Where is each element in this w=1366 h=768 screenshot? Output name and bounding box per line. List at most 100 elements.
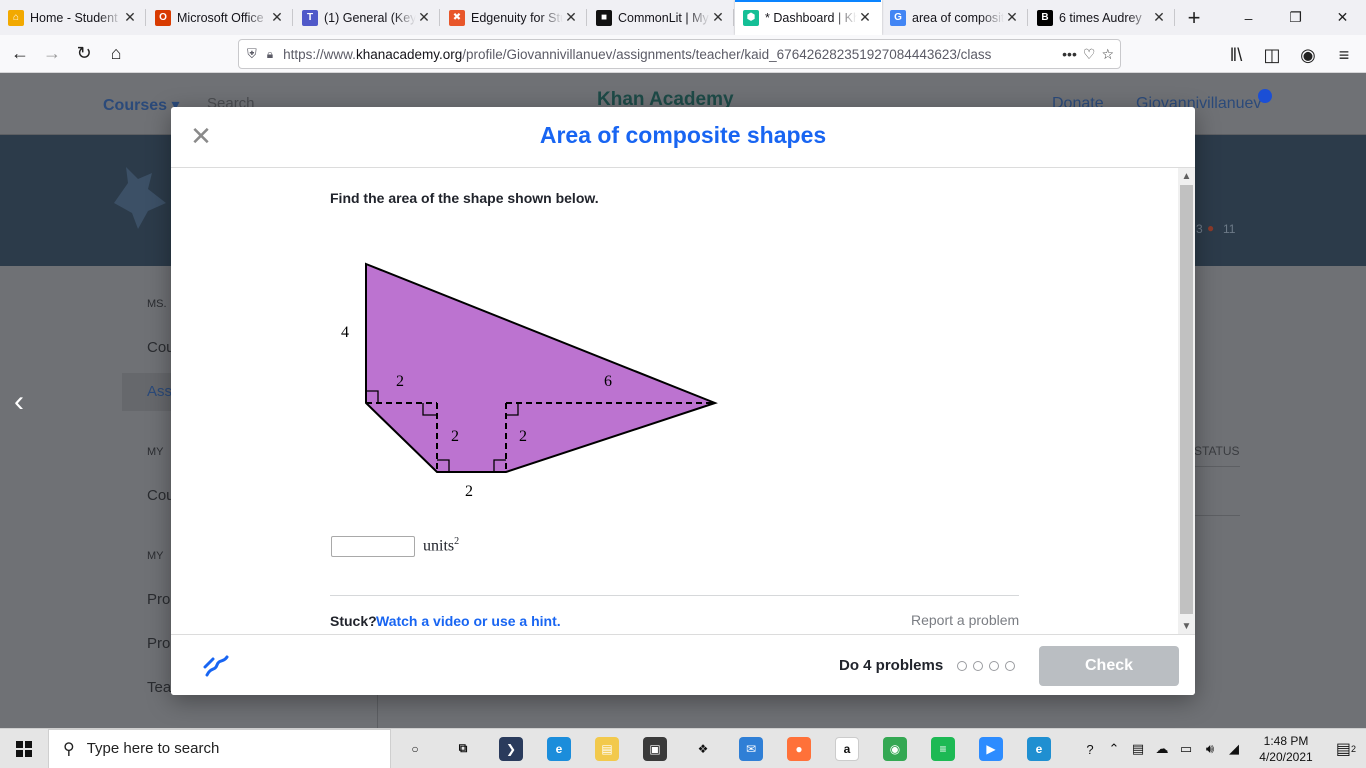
- energy-icon: ●: [1207, 221, 1215, 235]
- powershell-button[interactable]: ❯: [487, 729, 535, 768]
- lock-icon[interactable]: 🔒︎: [267, 47, 273, 62]
- page-actions-icon[interactable]: •••: [1062, 46, 1077, 63]
- scratchpad-icon[interactable]: [203, 653, 229, 679]
- label-left-height: 4: [341, 324, 349, 341]
- khan-academy-logo[interactable]: Khan Academy: [597, 89, 734, 107]
- tab-close-icon[interactable]: ✕: [710, 9, 726, 26]
- edge-beta-button[interactable]: e: [1015, 729, 1063, 768]
- tab-close-icon[interactable]: ✕: [416, 9, 432, 26]
- chrome-button[interactable]: ◉: [871, 729, 919, 768]
- label-right-top-segment: 6: [604, 373, 612, 390]
- taskbar-search-input[interactable]: ⚲ Type here to search: [48, 728, 391, 768]
- tab-separator: [145, 9, 146, 26]
- pocket-icon[interactable]: ♡: [1083, 46, 1096, 63]
- tab-close-icon[interactable]: ✕: [563, 9, 579, 26]
- bookmark-star-icon[interactable]: ☆: [1101, 46, 1114, 63]
- tab-close-icon[interactable]: ✕: [857, 9, 873, 26]
- reload-icon[interactable]: ↻: [68, 38, 100, 70]
- do-problems-label: Do 4 problems: [839, 657, 944, 674]
- divider: [330, 595, 1019, 596]
- url-text[interactable]: https://www.khanacademy.org/profile/Giov…: [283, 47, 1062, 62]
- browser-tab[interactable]: ⌂ Home - Student ✕: [0, 0, 147, 35]
- tab-close-icon[interactable]: ✕: [1151, 9, 1167, 26]
- browser-tab[interactable]: ■ CommonLit | My ✕: [588, 0, 735, 35]
- tab-separator: [586, 9, 587, 26]
- tab-close-icon[interactable]: ✕: [122, 9, 138, 26]
- address-bar[interactable]: ⛨ 🔒︎ https://www.khanacademy.org/profile…: [238, 39, 1121, 69]
- report-problem-link[interactable]: Report a problem: [911, 612, 1019, 628]
- volume-icon[interactable]: 🔊︎: [1198, 729, 1222, 768]
- commonlit-icon: ■: [596, 9, 612, 26]
- menu-icon[interactable]: ≡: [1328, 39, 1360, 71]
- mail-icon: ✉: [739, 736, 763, 761]
- browser-tab[interactable]: ⬢ * Dashboard | Khan✕: [735, 0, 882, 35]
- scroll-thumb[interactable]: [1180, 185, 1193, 614]
- network-icon[interactable]: ▭: [1174, 729, 1198, 768]
- onedrive-icon[interactable]: ☁: [1150, 729, 1174, 768]
- browser-tab[interactable]: ✖ Edgenuity for Students✕: [441, 0, 588, 35]
- browser-tab[interactable]: B 6 times Audrey ✕: [1029, 0, 1176, 35]
- start-button[interactable]: [0, 729, 48, 768]
- answer-input[interactable]: [331, 536, 415, 557]
- courses-menu[interactable]: Courses ▾: [103, 95, 180, 115]
- notification-center-icon[interactable]: ▤ 2: [1326, 739, 1366, 759]
- cortana-button[interactable]: ○: [391, 729, 439, 768]
- tab-separator: [733, 9, 734, 26]
- forward-arrow-icon[interactable]: →: [36, 38, 68, 70]
- file-explorer-button[interactable]: ▤: [583, 729, 631, 768]
- tab-close-icon[interactable]: ✕: [269, 9, 285, 26]
- restore-button[interactable]: ❐: [1272, 0, 1319, 35]
- new-tab-button[interactable]: +: [1176, 0, 1212, 35]
- check-button[interactable]: Check: [1039, 646, 1179, 686]
- wifi-icon[interactable]: ◢: [1222, 729, 1246, 768]
- help-icon[interactable]: ?: [1078, 729, 1102, 768]
- browser-tab[interactable]: Garea of composite ✕: [882, 0, 1029, 35]
- composite-shape: [365, 262, 718, 473]
- previous-chevron-icon[interactable]: ‹: [14, 385, 24, 419]
- tab-title: (1) General (Keystone): [324, 10, 416, 25]
- close-window-button[interactable]: ✕: [1319, 0, 1366, 35]
- tab-title: Home - Student: [30, 10, 118, 25]
- spotify-icon: ≡: [931, 736, 955, 761]
- browser-tab[interactable]: T (1) General (Keystone)✕: [294, 0, 441, 35]
- label-inner-left-height: 2: [451, 428, 459, 445]
- stuck-label: Stuck?: [330, 613, 377, 629]
- edge-button[interactable]: e: [535, 729, 583, 768]
- notification-count: 2: [1351, 744, 1357, 754]
- amazon-button[interactable]: a: [823, 729, 871, 768]
- scroll-up-icon[interactable]: ▲: [1178, 168, 1195, 185]
- minimize-button[interactable]: –: [1225, 0, 1272, 35]
- tab-close-icon[interactable]: ✕: [1004, 9, 1020, 26]
- modal-title: Area of composite shapes: [539, 122, 827, 148]
- question-text: Find the area of the shape shown below.: [330, 190, 599, 206]
- bg-divider: [1194, 515, 1240, 516]
- browser-tab[interactable]: O Microsoft Office ✕: [147, 0, 294, 35]
- dropbox-button[interactable]: ❖: [679, 729, 727, 768]
- edge-beta-icon: e: [1027, 736, 1051, 761]
- spotify-button[interactable]: ≡: [919, 729, 967, 768]
- google-icon: G: [890, 9, 906, 26]
- library-icon[interactable]: ‖\: [1220, 39, 1252, 71]
- units-label: units2: [423, 536, 460, 555]
- zoom-icon: ▶: [979, 736, 1003, 761]
- firefox-button[interactable]: ●: [775, 729, 823, 768]
- home-icon[interactable]: ⌂: [100, 38, 132, 70]
- clock[interactable]: 1:48 PM 4/20/2021: [1246, 733, 1326, 765]
- modal-scrollbar[interactable]: ▲ ▼: [1178, 168, 1195, 635]
- tracking-shield-icon[interactable]: ⛨: [247, 46, 257, 62]
- mail-button[interactable]: ✉: [727, 729, 775, 768]
- show-hidden-icons[interactable]: ⌃: [1102, 729, 1126, 768]
- battery-saver-icon[interactable]: ▤: [1126, 729, 1150, 768]
- tab-title: area of composite: [912, 10, 1004, 25]
- home-icon: ⌂: [8, 9, 24, 26]
- zoom-button[interactable]: ▶: [967, 729, 1015, 768]
- task-view-button[interactable]: ⧉: [439, 729, 487, 768]
- scroll-down-icon[interactable]: ▼: [1178, 618, 1195, 635]
- progress-dots: [957, 661, 1015, 671]
- windows-logo-icon[interactable]: [16, 740, 32, 757]
- account-icon[interactable]: ◉: [1292, 39, 1324, 71]
- sidebar-icon[interactable]: ◫: [1256, 39, 1288, 71]
- back-arrow-icon[interactable]: ←: [4, 38, 36, 70]
- hint-link[interactable]: Watch a video or use a hint.: [376, 613, 561, 629]
- store-button[interactable]: ▣: [631, 729, 679, 768]
